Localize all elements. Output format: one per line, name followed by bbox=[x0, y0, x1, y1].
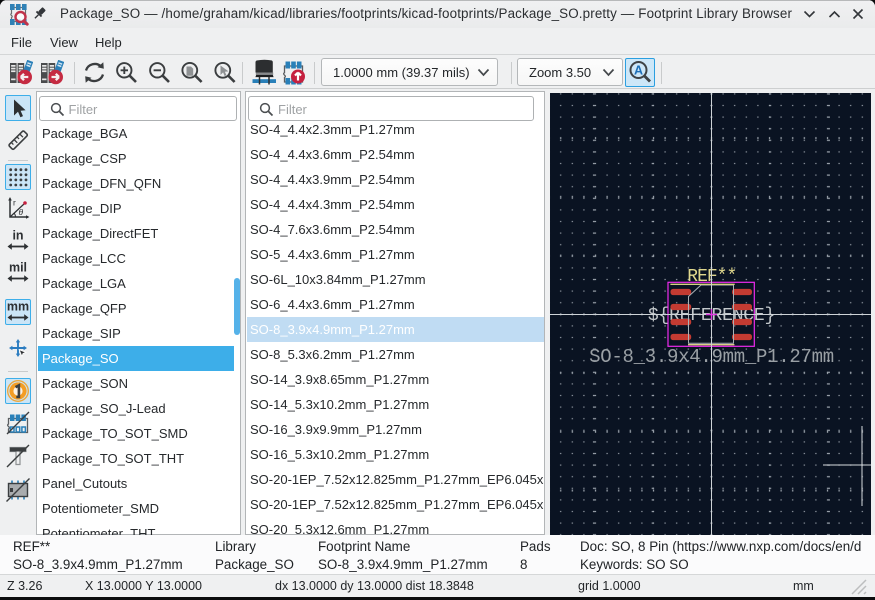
svg-text:r: r bbox=[13, 198, 16, 208]
svg-text:mil: mil bbox=[9, 261, 27, 275]
svg-text:in: in bbox=[12, 229, 23, 243]
svg-text:mm: mm bbox=[7, 300, 29, 314]
svg-text:θ: θ bbox=[19, 207, 24, 217]
svg-text:A: A bbox=[634, 64, 643, 78]
